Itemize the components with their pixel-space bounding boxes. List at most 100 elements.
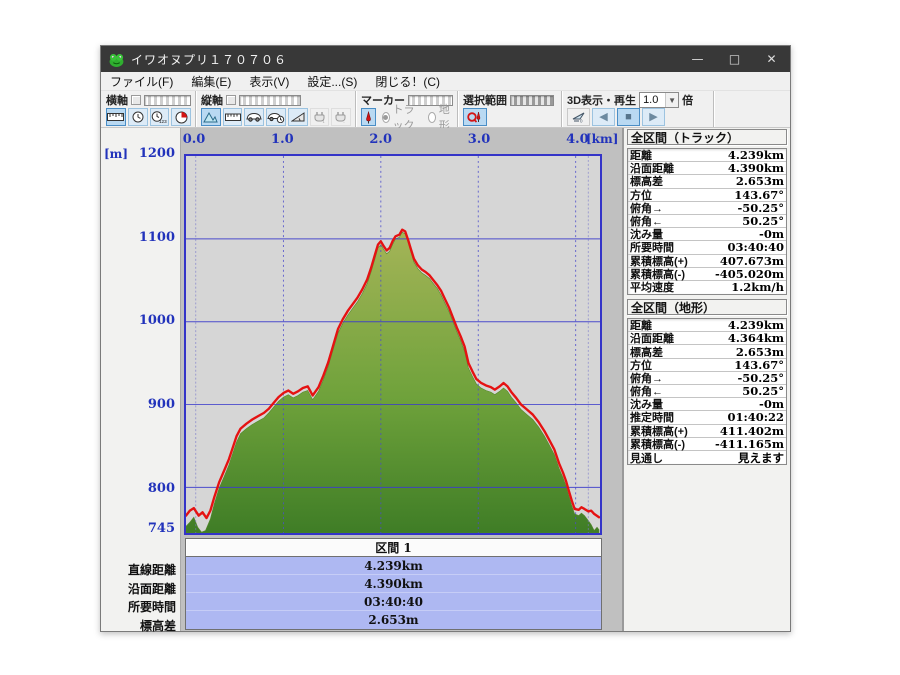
x-tick-label: 0.0 [183,132,206,147]
ruler-icon [107,112,124,122]
v-axis-label: 縦軸 [201,92,223,108]
panel-row-value: 01:40:22 [727,410,784,424]
v-axis-slope-button[interactable] [288,108,308,126]
y-tick-label: 800 [148,481,175,496]
panel-row-value: 411.402m [720,424,784,438]
v-axis-elevation-button[interactable] [201,108,221,126]
selection-range-slider[interactable] [510,95,554,106]
radio-unselected-icon [428,112,436,123]
playback-play-button[interactable]: ▶ [642,108,665,126]
panel-table: 距離4.239km沿面距離4.390km標高差2.653m方位143.67°俯角… [627,148,787,295]
elevation-profile-plot[interactable] [184,154,602,535]
elevation-profile-svg [186,156,600,533]
clock-icon [132,111,144,123]
playback-group: 3D表示・再生 1.0 ▼ 倍 0 ◀ ■ ▶ [562,91,714,127]
v-axis-speed-button[interactable] [244,108,264,126]
x-tick-label: 3.0 [468,132,491,147]
selection-marker-button[interactable] [463,108,487,126]
y-axis-gutter: [m] 120011001000900800745 直線距離沿面距離所要時間標高… [101,128,181,631]
panel-row-value: 2.653m [736,174,784,188]
playback-speed-select[interactable]: 1.0 ▼ [639,92,679,108]
plug-1-icon: 1 [314,111,326,123]
y-tick-label: 1000 [139,313,175,328]
statistics-panel: 全区間（トラック）距離4.239km沿面距離4.390km標高差2.653m方位… [622,128,790,631]
app-window: イワオヌプリ１７０７０６ — □ ✕ ファイル(F) 編集(E) 表示(V) 設… [100,45,791,632]
svg-text:123: 123 [159,119,167,124]
playback-stop-button[interactable]: ■ [617,108,640,126]
panel-title: 全区間（地形） [627,299,787,315]
y-axis-unit: [m] [104,147,128,161]
toolbar-spacer [714,91,790,127]
panel-row-value: 2.653m [736,345,784,359]
panel-row-value: 143.67° [734,358,784,372]
v-axis-mini-button[interactable] [226,95,236,105]
section-table-rows: 4.239km4.390km03:40:402.653m [185,557,602,630]
panel-row-value: -0m [759,227,784,241]
h-axis-pie-button[interactable] [171,108,191,126]
v-axis-group: 縦軸 [196,91,356,127]
x-axis-unit: [km] [586,132,618,146]
car-clock-icon [267,112,285,123]
panel-row-value: 4.390km [728,161,784,175]
minimize-button[interactable]: — [679,46,716,72]
car-icon [246,112,262,122]
close-button[interactable]: ✕ [753,46,790,72]
h-axis-group: 横軸 123 [101,91,196,127]
panel-row-value: 143.67° [734,188,784,202]
menu-settings[interactable]: 設定...(S) [298,72,366,91]
window-title: イワオヌプリ１７０７０６ [131,51,287,68]
h-axis-time-button[interactable] [128,108,148,126]
playback-label: 3D表示・再生 [567,92,636,108]
svg-text:1: 1 [322,119,325,123]
h-axis-zoom-slider[interactable] [144,95,191,106]
panel-row: 平均速度1.2km/h [628,281,786,294]
selection-label: 選択範囲 [463,92,507,108]
menu-edit[interactable]: 編集(E) [182,72,240,91]
panel-row-value: -405.020m [715,267,784,281]
v-axis-pace-button[interactable] [266,108,286,126]
panel-row-value: -0m [759,397,784,411]
section-table-value: 03:40:40 [186,593,601,611]
section-summary-table: 区間 1 4.239km4.390km03:40:402.653m [185,538,602,630]
marker-pen-icon [364,111,373,124]
chevron-down-icon: ▼ [665,93,678,107]
h-axis-number-button[interactable]: 123 [150,108,170,126]
section-table-label: 所要時間 [128,598,176,615]
slope-triangle-icon [291,112,305,122]
mountain-icon [203,112,218,123]
menu-close[interactable]: 閉じる！(C) [366,72,449,91]
marker-group: マーカー トラック 地形 [356,91,458,127]
ruler-small-icon [225,113,241,122]
panel-row-label: 見通し [630,450,663,466]
v-axis-zoom-slider[interactable] [239,95,301,106]
playback-rewind-button[interactable]: ◀ [592,108,615,126]
v-axis-distance-button[interactable] [223,108,243,126]
x-tick-label: 2.0 [369,132,392,147]
data-panel: 全区間（地形） 距離4.239km沿面距離4.364km標高差2.653m方位14… [627,299,787,465]
titlebar[interactable]: イワオヌプリ１７０７０６ — □ ✕ [101,46,790,72]
panel-row-value: 4.239km [728,148,784,162]
playback-scale-unit: 倍 [682,92,693,108]
section-table-header: 区間 1 [185,538,602,557]
svg-text:0: 0 [580,119,583,124]
panel-row-value: 50.25° [742,384,784,398]
y-tick-label: 745 [148,521,175,536]
content-area: [m] 120011001000900800745 直線距離沿面距離所要時間標高… [101,128,790,631]
playback-3d-button[interactable]: 0 [567,108,590,126]
y-tick-label: 900 [148,397,175,412]
v-axis-plug2-button[interactable]: .. [331,108,351,126]
radio-selected-icon [382,112,390,123]
v-axis-plug1-button[interactable]: 1 [310,108,330,126]
h-axis-distance-button[interactable] [106,108,126,126]
glider-3d-icon: 0 [572,111,586,123]
panel-table: 距離4.239km沿面距離4.364km標高差2.653m方位143.67°俯角… [627,318,787,465]
svg-text:..: .. [343,119,345,123]
marker-toggle-button[interactable] [361,108,376,126]
playback-speed-value: 1.0 [640,94,665,106]
menu-file[interactable]: ファイル(F) [101,72,182,91]
menu-view[interactable]: 表示(V) [240,72,298,91]
maximize-button[interactable]: □ [716,46,753,72]
h-axis-mini-button[interactable] [131,95,141,105]
panel-row-label: 平均速度 [630,279,674,295]
section-table-value: 2.653m [186,611,601,629]
